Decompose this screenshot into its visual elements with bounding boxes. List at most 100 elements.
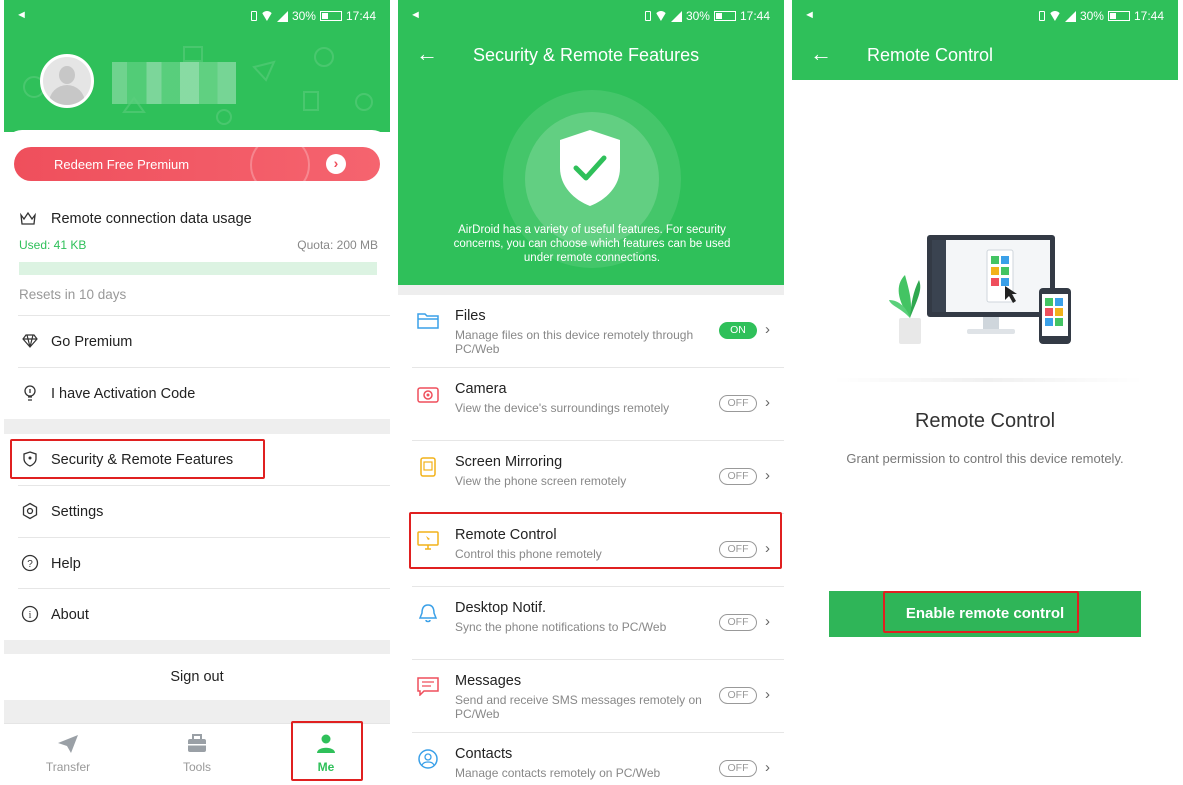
menu-activation-code[interactable]: I have Activation Code [4, 368, 390, 419]
shield-check-icon [560, 130, 620, 206]
usage-used: Used: 41 KB [19, 238, 87, 252]
camera-icon [417, 387, 439, 403]
remote-control-description: Grant permission to control this device … [846, 451, 1124, 466]
menu-help[interactable]: ? Help [4, 538, 390, 589]
avatar[interactable] [40, 54, 94, 108]
me-screen: ◄ 30% 17:44 Redeem Free Premium › Remote… [4, 0, 390, 785]
feature-toggle[interactable]: OFF [719, 687, 757, 704]
battery-percent: 30% [1079, 9, 1104, 23]
app-bar: ← Remote Control [792, 32, 1178, 80]
menu-settings[interactable]: Settings [4, 486, 390, 537]
section-gap [4, 700, 390, 723]
feature-toggle[interactable]: OFF [719, 614, 757, 631]
usage-progress-bar [19, 262, 377, 275]
back-arrow-icon[interactable]: ← [416, 42, 438, 66]
nav-me[interactable]: Me [262, 724, 390, 785]
redeem-label: Redeem Free Premium [54, 157, 190, 172]
signal-icon [1064, 10, 1076, 22]
feature-title: Files [455, 308, 486, 324]
feature-title: Messages [455, 673, 522, 689]
menu-label: I have Activation Code [51, 386, 196, 402]
bottom-navigation: Transfer Tools Me [4, 723, 390, 785]
nav-tools[interactable]: Tools [133, 724, 261, 785]
section-gap [398, 285, 784, 295]
nav-label: Tools [182, 760, 211, 774]
notification-icon: ◄ [16, 9, 27, 21]
feature-toggle[interactable]: ON [719, 322, 757, 339]
remote-control-heading: Remote Control [914, 410, 1056, 432]
battery-icon [319, 11, 342, 21]
svg-text:?: ? [27, 559, 33, 570]
remote-control-screen: ◄ 30% 17:44 ← Remote Control Remote Cont… [792, 0, 1178, 785]
enable-remote-control-button[interactable]: Enable remote control [829, 591, 1141, 637]
contacts-icon [418, 749, 438, 769]
chevron-right-icon: › [765, 321, 770, 338]
battery-icon [1107, 11, 1130, 21]
wifi-icon [1048, 11, 1061, 21]
diamond-icon [22, 334, 38, 348]
feature-row-messages[interactable]: Messages Send and receive SMS messages r… [398, 660, 784, 733]
feature-title: Desktop Notif. [455, 600, 547, 616]
help-icon: ? [21, 554, 39, 572]
menu-go-premium[interactable]: Go Premium [4, 316, 390, 367]
app-bar: ← Security & Remote Features [398, 32, 784, 80]
sign-out-button[interactable]: Sign out [4, 654, 390, 700]
clock: 17:44 [739, 9, 770, 23]
nav-label: Transfer [45, 760, 91, 774]
message-icon [417, 677, 439, 696]
feature-row-remote-control[interactable]: Remote Control Control this phone remote… [398, 514, 784, 587]
usage-title-label: Remote connection data usage [51, 210, 252, 227]
battery-percent: 30% [291, 9, 316, 23]
battery-percent: 30% [685, 9, 710, 23]
feature-toggle[interactable]: OFF [719, 760, 757, 777]
menu-security-remote[interactable]: Security & Remote Features [4, 434, 390, 485]
feature-description: View the device's surroundings remotely [455, 401, 670, 415]
usage-quota: Quota: 200 MB [297, 238, 378, 252]
menu-label: Help [51, 556, 81, 572]
status-bar: ◄ 30% 17:44 [792, 0, 1178, 32]
feature-row-camera[interactable]: Camera View the device's surroundings re… [398, 368, 784, 441]
toolbox-icon [188, 734, 206, 752]
vibrate-icon [250, 11, 257, 21]
feature-title: Screen Mirroring [455, 454, 563, 470]
remote-control-icon [417, 531, 439, 550]
feature-description: Sync the phone notifications to PC/Web [455, 620, 667, 634]
redeem-premium-button[interactable]: Redeem Free Premium › [14, 147, 380, 181]
usage-resets: Resets in 10 days [19, 287, 127, 302]
feature-row-desktop-notif[interactable]: Desktop Notif. Sync the phone notificati… [398, 587, 784, 660]
battery-icon [713, 11, 736, 21]
page-title: Security & Remote Features [473, 45, 700, 65]
feature-description: Manage contacts remotely on PC/Web [455, 766, 661, 780]
section-gap [4, 640, 390, 654]
feature-description: Manage files on this device remotely thr… [455, 328, 694, 356]
folder-icon [417, 313, 439, 329]
menu-about[interactable]: i About [4, 589, 390, 640]
settings-icon [22, 502, 38, 520]
divider-shadow [832, 378, 1144, 382]
chevron-right-icon: › [765, 467, 770, 484]
vibrate-icon [1038, 11, 1045, 21]
feature-row-contacts[interactable]: Contacts Manage contacts remotely on PC/… [398, 733, 784, 785]
back-arrow-icon[interactable]: ← [810, 42, 832, 66]
chevron-right-icon: › [765, 759, 770, 776]
feature-toggle[interactable]: OFF [719, 395, 757, 412]
bell-icon [418, 604, 438, 623]
feature-toggle[interactable]: OFF [719, 468, 757, 485]
chevron-right-icon: › [765, 394, 770, 411]
nav-label: Me [317, 760, 335, 774]
blurred-username [112, 62, 236, 104]
notification-icon: ◄ [804, 9, 815, 21]
security-hero: AirDroid has a variety of useful feature… [398, 80, 784, 285]
feature-row-screen-mirroring[interactable]: Screen Mirroring View the phone screen r… [398, 441, 784, 514]
feature-title: Camera [455, 381, 507, 397]
nav-transfer[interactable]: Transfer [4, 724, 132, 785]
chevron-right-icon: › [765, 613, 770, 630]
menu-label: Go Premium [51, 334, 133, 350]
feature-description: Control this phone remotely [455, 547, 602, 561]
security-screen: ◄ 30% 17:44 ← Security & Remote Features… [398, 0, 784, 785]
feature-toggle[interactable]: OFF [719, 541, 757, 558]
paper-plane-icon [58, 735, 78, 753]
feature-description: Send and receive SMS messages remotely o… [455, 693, 702, 721]
menu-label: Security & Remote Features [51, 452, 234, 468]
feature-row-files[interactable]: Files Manage files on this device remote… [398, 295, 784, 368]
